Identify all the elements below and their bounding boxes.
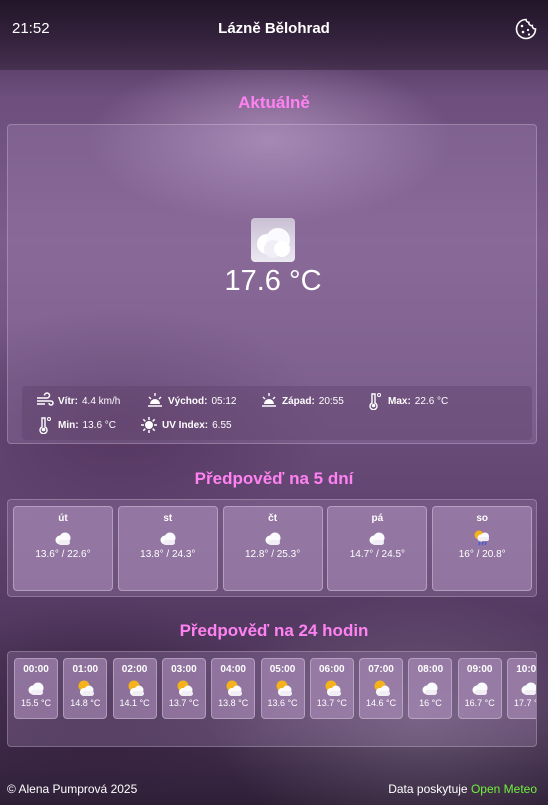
max-temp-detail: Max: 22.6 °C (366, 392, 448, 410)
cloud-icon (52, 529, 74, 547)
thermometer-icon (369, 393, 381, 410)
open-meteo-link[interactable]: Open Meteo (471, 782, 537, 796)
hour-card[interactable]: 08:00 16 °C (408, 658, 453, 719)
day-card[interactable]: st 13.8° / 24.3° (117, 506, 218, 591)
hour-card[interactable]: 02:00 14.1 °C (112, 658, 157, 719)
hour-card[interactable]: 04:00 13.8 °C (211, 658, 256, 719)
day-temps: 13.6° / 22.6° (35, 549, 91, 560)
hour-time: 10:00 (516, 664, 537, 675)
hour-card[interactable]: 00:00 15.5 °C (14, 658, 58, 719)
forecast5-section-title: Předpověď na 5 dní (194, 469, 354, 488)
day-temps: 13.8° / 24.3° (140, 549, 196, 560)
day-card[interactable]: pá 14.7° / 24.5° (327, 506, 428, 591)
hour-card[interactable]: 09:00 16.7 °C (457, 658, 502, 719)
rain-sun-icon (471, 529, 493, 547)
data-credit: Data poskytuje Open Meteo (388, 782, 537, 796)
top-bar: 21:52 Lázně Bělohrad (0, 0, 548, 70)
hour-temp: 15.5 °C (20, 698, 52, 708)
current-section-title: Aktuálně (238, 93, 310, 112)
wind-detail: Vítr: 4.4 km/h (36, 392, 120, 410)
day-card[interactable]: čt 12.8° / 25.3° (222, 506, 323, 591)
hour-time: 00:00 (23, 664, 49, 675)
day-card[interactable]: so 16° / 20.8° (432, 506, 533, 591)
cloud-icon (419, 679, 441, 697)
sunset-detail: Západ: 20:55 (260, 392, 344, 410)
sun-cloud-icon (124, 679, 146, 697)
hour-time: 05:00 (269, 664, 296, 675)
day-card[interactable]: út 13.6° / 22.6° (13, 506, 113, 591)
cloud-icon (25, 679, 47, 697)
sun-cloud-icon (222, 679, 244, 697)
copyright: © Alena Pumprová 2025 (7, 782, 138, 796)
hour-temp: 16.7 °C (464, 698, 495, 708)
min-temp-detail: Min: 13.6 °C (36, 416, 116, 434)
hour-temp: 14.8 °C (70, 698, 101, 708)
hour-temp: 14.1 °C (119, 698, 150, 708)
hour-card[interactable]: 05:00 13.6 °C (260, 658, 305, 719)
hour-temp: 13.8 °C (218, 698, 249, 708)
hour-card[interactable]: 06:00 13.7 °C (309, 658, 354, 719)
hour-time: 09:00 (466, 664, 493, 675)
cookie-icon[interactable] (514, 17, 538, 41)
sun-cloud-icon (272, 679, 294, 697)
hour-card[interactable]: 01:00 14.8 °C (63, 658, 108, 719)
hour-card[interactable]: 07:00 14.6 °C (359, 658, 404, 719)
day-temps: 12.8° / 25.3° (244, 549, 301, 560)
cloud-icon (251, 218, 295, 262)
weather-details: Vítr: 4.4 km/h Východ: 05:12 Západ: 20:55 M… (22, 386, 532, 440)
hour-temp: 13.7 °C (316, 698, 347, 708)
hour-time: 06:00 (319, 664, 345, 675)
current-temperature: 17.6 °C (224, 265, 322, 297)
footer: © Alena Pumprová 2025 Data poskytuje Ope… (0, 780, 548, 800)
cloud-icon (157, 529, 179, 547)
current-weather-card: 17.6 °C Vítr: 4.4 km/h Východ: 05:12 Západ… (7, 124, 537, 444)
sun-cloud-icon (321, 679, 343, 697)
sunrise-detail: Východ: 05:12 (146, 392, 236, 410)
day-name: út (58, 513, 68, 524)
wind-icon (37, 392, 54, 406)
sun-cloud-icon (370, 679, 392, 697)
hour-card[interactable]: 03:00 13.7 °C (161, 658, 206, 719)
cloud-icon (366, 529, 388, 547)
hour-temp: 13.7 °C (168, 698, 199, 708)
day-name: st (163, 513, 173, 524)
sun-cloud-icon (173, 679, 195, 697)
sun-icon (141, 417, 157, 433)
sunset-icon (262, 393, 276, 407)
location-title: Lázně Bělohrad (218, 20, 330, 37)
hour-time: 07:00 (368, 664, 394, 675)
cloud-icon (262, 529, 284, 547)
day-name: so (476, 513, 489, 524)
uv-detail: UV Index: 6.55 (140, 416, 232, 434)
sunrise-icon (148, 393, 162, 407)
thermometer-icon (39, 417, 51, 434)
hour-time: 03:00 (171, 664, 197, 675)
day-name: pá (371, 513, 384, 524)
cloud-icon (469, 679, 491, 697)
day-temps: 16° / 20.8° (458, 549, 506, 560)
hour-time: 04:00 (220, 664, 246, 675)
hourly-forecast-strip[interactable]: 00:00 15.5 °C 01:00 14.8 °C 02:00 14.1 °C 03:0… (7, 651, 537, 747)
forecast24-section-title: Předpověď na 24 hodin (179, 621, 369, 640)
cloud-icon (518, 679, 536, 697)
hour-time: 01:00 (72, 664, 99, 675)
hour-time: 02:00 (121, 664, 148, 675)
hour-temp: 16 °C (419, 698, 442, 708)
hour-temp: 14.6 °C (366, 698, 397, 708)
day-name: čt (268, 513, 278, 524)
day-temps: 14.7° / 24.5° (349, 549, 406, 560)
hour-temp: 17.7 °C (513, 698, 536, 708)
sun-cloud-icon (74, 679, 96, 697)
hour-card[interactable]: 10:00 17.7 °C (507, 658, 537, 719)
hour-time: 08:00 (417, 664, 444, 675)
hour-temp: 13.6 °C (267, 698, 298, 708)
